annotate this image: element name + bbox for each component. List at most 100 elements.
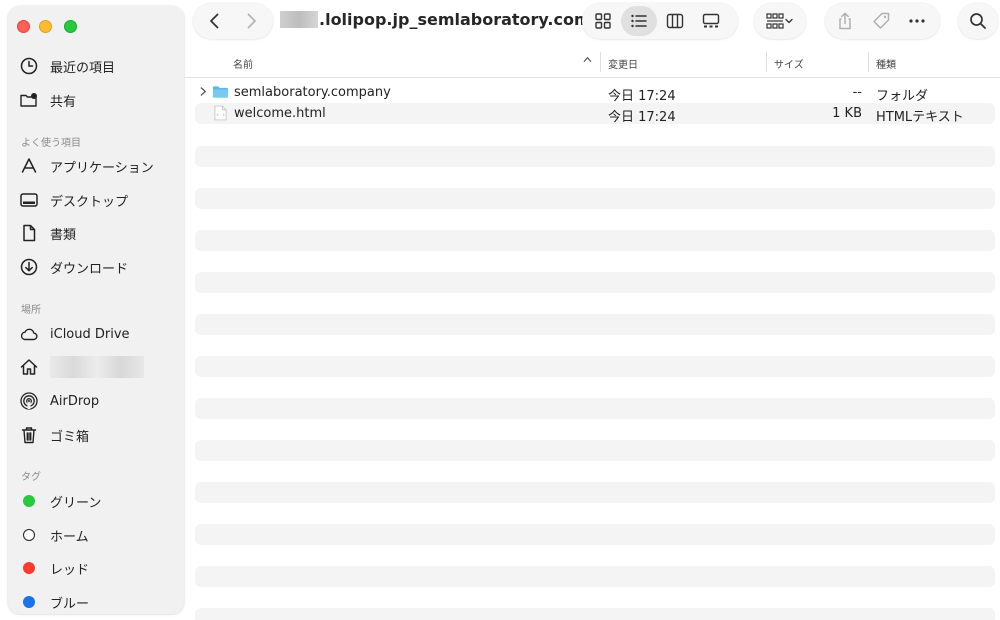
share-button[interactable] xyxy=(827,6,863,36)
redacted-path-prefix xyxy=(280,11,318,28)
sidebar-item-trash[interactable]: ゴミ箱 xyxy=(18,422,176,448)
tag-color-dot xyxy=(23,596,35,608)
zoom-window-button[interactable] xyxy=(64,20,77,33)
share-icon xyxy=(839,12,851,30)
tag-color-dot xyxy=(23,562,35,574)
sidebar-item-shared[interactable]: 共有 xyxy=(18,87,176,113)
disclosure-triangle-icon[interactable] xyxy=(199,86,208,101)
sidebar-item-icloud-drive[interactable]: iCloud Drive xyxy=(18,321,176,347)
cloud-icon xyxy=(18,323,40,345)
action-group xyxy=(825,3,940,39)
desktop-icon xyxy=(18,189,40,211)
chevron-right-icon xyxy=(247,13,256,29)
sidebar-item-label: ブルー xyxy=(50,596,90,612)
sidebar-item-desktop[interactable]: デスクトップ xyxy=(18,187,176,213)
icon-view-button[interactable] xyxy=(585,6,621,36)
sidebar: 最近の項目 共有 よく使う項目 アプリケーション デスクトップ 書類 ダウンロー… xyxy=(8,6,184,614)
sidebar-item-home[interactable] xyxy=(18,354,176,380)
empty-row xyxy=(195,608,995,620)
sidebar-item-label: 最近の項目 xyxy=(50,60,116,76)
list-view-button[interactable] xyxy=(621,6,657,36)
close-window-button[interactable] xyxy=(17,20,30,33)
empty-row xyxy=(195,356,995,377)
list-icon xyxy=(631,14,647,28)
column-divider[interactable] xyxy=(600,52,601,72)
file-kind: HTMLテキスト xyxy=(876,110,964,125)
empty-row xyxy=(195,230,995,251)
empty-row xyxy=(195,146,995,167)
sidebar-item-label: ダウンロード xyxy=(50,261,129,277)
sidebar-tag-green[interactable]: グリーン xyxy=(18,488,176,514)
search-button[interactable] xyxy=(958,3,998,39)
empty-row xyxy=(195,440,995,461)
sidebar-item-label: AirDrop xyxy=(50,393,100,409)
sidebar-item-label: iCloud Drive xyxy=(50,326,130,342)
search-icon xyxy=(970,13,986,29)
column-modified[interactable]: 変更日 xyxy=(608,56,638,71)
back-button[interactable] xyxy=(197,6,233,36)
sort-ascending-icon xyxy=(582,54,593,68)
toolbar: .lolipop.jp_semlaboratory.comp... xyxy=(184,0,1000,45)
gallery-icon xyxy=(702,13,720,28)
sidebar-tag-blue[interactable]: ブルー xyxy=(18,589,176,615)
file-size: 1 KB xyxy=(832,106,862,121)
sidebar-tag-red[interactable]: レッド xyxy=(18,555,176,581)
sidebar-item-applications[interactable]: アプリケーション xyxy=(18,153,176,179)
column-name[interactable]: 名前 xyxy=(233,56,253,71)
tag-icon xyxy=(873,12,890,29)
sidebar-item-label: グリーン xyxy=(50,495,102,511)
sidebar-item-label: デスクトップ xyxy=(50,194,129,210)
column-size[interactable]: サイズ xyxy=(774,56,804,71)
file-modified: 今日 17:24 xyxy=(608,110,676,125)
folder-icon xyxy=(212,85,229,103)
sidebar-item-label: アプリケーション xyxy=(50,160,154,176)
html-file-icon xyxy=(214,105,227,125)
window-title-text: .lolipop.jp_semlaboratory.comp... xyxy=(319,10,621,29)
minimize-window-button[interactable] xyxy=(39,20,52,33)
window-title: .lolipop.jp_semlaboratory.comp... xyxy=(280,10,620,29)
tag-button[interactable] xyxy=(863,6,899,36)
columns-icon xyxy=(666,13,684,29)
sidebar-item-downloads[interactable]: ダウンロード xyxy=(18,254,176,280)
redacted-username xyxy=(50,356,144,378)
airdrop-icon xyxy=(18,390,40,412)
column-view-button[interactable] xyxy=(657,6,693,36)
section-title-locations: 場所 xyxy=(21,305,41,316)
tag-color-dot xyxy=(23,529,35,541)
empty-row xyxy=(195,482,995,503)
column-kind[interactable]: 種類 xyxy=(876,56,896,71)
more-actions-button[interactable] xyxy=(899,6,935,36)
column-divider[interactable] xyxy=(868,52,869,72)
table-row-folder[interactable]: semlaboratory.company 今日 17:24 -- フォルダ xyxy=(195,82,995,104)
file-modified: 今日 17:24 xyxy=(608,89,676,104)
sidebar-item-recents[interactable]: 最近の項目 xyxy=(18,53,176,79)
empty-row xyxy=(195,272,995,293)
applications-icon xyxy=(18,155,40,177)
sidebar-item-label: 共有 xyxy=(50,94,77,110)
empty-row xyxy=(195,398,995,419)
sidebar-item-documents[interactable]: 書類 xyxy=(18,220,176,246)
ellipsis-icon xyxy=(909,19,925,23)
sidebar-item-label: 書類 xyxy=(50,227,77,243)
finder-window: 最近の項目 共有 よく使う項目 アプリケーション デスクトップ 書類 ダウンロー… xyxy=(0,0,1000,620)
sidebar-item-airdrop[interactable]: AirDrop xyxy=(18,388,176,414)
gallery-view-button[interactable] xyxy=(693,6,729,36)
empty-row xyxy=(195,314,995,335)
sidebar-tag-home[interactable]: ホーム xyxy=(18,522,176,548)
forward-button[interactable] xyxy=(233,6,269,36)
column-header: 名前 変更日 サイズ 種類 xyxy=(184,46,1000,78)
empty-row xyxy=(195,188,995,209)
section-title-favorites: よく使う項目 xyxy=(21,138,81,149)
file-name: welcome.html xyxy=(234,106,326,121)
file-size: -- xyxy=(852,85,862,100)
group-grid-icon xyxy=(766,13,793,29)
file-kind: フォルダ xyxy=(876,89,929,104)
table-row-file[interactable]: welcome.html 今日 17:24 1 KB HTMLテキスト xyxy=(195,103,995,125)
group-by-button[interactable] xyxy=(754,3,806,39)
column-divider[interactable] xyxy=(766,52,767,72)
tag-color-dot xyxy=(23,495,35,507)
home-icon xyxy=(18,356,40,378)
shared-folder-icon xyxy=(18,89,40,111)
document-icon xyxy=(18,222,40,244)
file-name: semlaboratory.company xyxy=(234,85,391,100)
